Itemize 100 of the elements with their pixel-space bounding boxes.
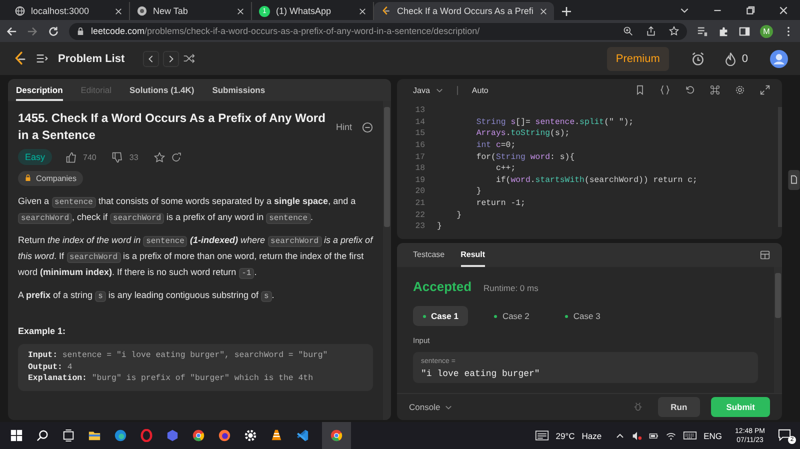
flame-icon[interactable] [724,52,736,66]
wifi-icon[interactable] [666,430,676,440]
case-tab[interactable]: Case 1 [413,306,468,326]
message-icon [778,428,791,440]
zoom-icon[interactable] [623,26,633,36]
address-field[interactable]: leetcode.com/problems/check-if-a-word-occurs-as-a-prefix-of-any-word-in-a-sentence/description/ [69,22,687,40]
case-tab[interactable]: Case 3 [555,306,610,326]
lock-icon [25,174,31,182]
layout-icon[interactable] [760,250,770,260]
document-icon[interactable] [788,170,800,190]
panel-tab[interactable]: Description [16,79,63,101]
list-icon[interactable] [36,53,48,64]
panel-tab[interactable]: Solutions (1.4K) [129,79,194,101]
browser-tab[interactable]: Check If a Word Occurs As a Prefi [374,2,554,20]
panel-tab[interactable]: Testcase [413,243,445,267]
mode-label[interactable]: Auto [472,86,488,94]
leetcode-logo-icon [381,6,391,16]
speaker-muted-icon[interactable] [632,430,642,440]
search-icon[interactable] [36,429,49,442]
scrollbar[interactable] [383,101,392,420]
paragraph: Return the index of the word in sentence (1-indexed) where searchWord is a prefix of this word. If searchWord is a prefix of more than one word, return the index of the first word (minimum index). If there is no such word return -1 . [18,234,374,281]
folder-icon[interactable] [88,429,101,442]
forward-arrow-icon[interactable] [27,26,38,36]
thumbs-down-icon[interactable] [112,152,124,162]
chevron-down-icon[interactable] [436,86,443,94]
reload-icon[interactable] [48,26,59,36]
puzzle-icon[interactable] [718,26,729,36]
paragraph: A prefix of a string s is any leading contiguous substring of s . [18,289,276,304]
taskbar-app-button[interactable] [322,422,351,449]
traffic-cone-icon[interactable] [270,429,283,442]
console-toggle[interactable]: Console [409,402,440,412]
close-icon[interactable] [359,8,366,14]
panel-tab[interactable]: Result [460,243,486,267]
code-line: for(String word: s){ [475,152,575,162]
leetcode-logo-icon[interactable] [14,51,26,66]
restore-icon[interactable] [745,5,756,16]
battery-icon[interactable] [648,430,659,440]
code-line: int c=0; [475,141,516,150]
pinwheel-logo-icon [330,429,343,442]
code-editor-logo-icon[interactable] [296,429,309,442]
undo-icon[interactable] [685,85,695,95]
side-panel-icon[interactable] [739,26,750,36]
scrollbar[interactable] [774,267,782,393]
expand-icon[interactable] [760,85,770,95]
globe-icon [15,6,25,16]
problem-list-link[interactable]: Problem List [58,52,125,64]
extension-list-icon[interactable] [697,26,708,36]
bookmark-icon[interactable] [635,85,645,95]
swirl-logo-icon[interactable] [114,429,127,442]
weather-text[interactable]: Haze [582,430,602,440]
more-icon[interactable] [362,122,374,133]
share-icon[interactable] [646,26,656,36]
share-icon[interactable] [171,152,182,162]
next-icon[interactable] [162,50,179,66]
new-tab-icon[interactable] [562,7,571,16]
run-button[interactable]: Run [658,397,700,417]
start-icon[interactable] [10,429,23,442]
panel-tab[interactable]: Submissions [212,79,266,101]
previous-icon[interactable] [142,50,159,66]
line-number: 20 [414,187,426,196]
close-icon[interactable] [778,5,789,16]
companies-chip[interactable]: Companies [18,170,84,186]
language-selector[interactable]: Java [413,86,430,94]
shuffle-icon[interactable] [182,53,195,64]
profile-avatar[interactable]: M [760,24,773,38]
close-icon[interactable] [115,8,122,14]
language-indicator[interactable]: ENG [704,430,722,440]
braces-icon[interactable] [660,85,670,95]
hexagon-logo-icon[interactable] [166,429,179,442]
command-icon[interactable] [710,85,720,95]
avatar-icon[interactable] [770,50,788,68]
thumbs-up-icon[interactable] [66,152,78,162]
pinwheel-logo-icon[interactable] [192,429,205,442]
temperature-text[interactable]: 29°C [556,430,575,440]
task-view-icon[interactable] [62,429,75,442]
premium-button[interactable]: Premium [606,46,669,70]
debug-icon[interactable] [632,402,643,412]
lock-icon [77,26,84,36]
tab-title: Check If a Word Occurs As a Prefi [397,6,534,16]
chevron-down-icon[interactable] [445,404,452,410]
star-icon[interactable] [669,26,679,36]
code-line: return -1; [475,199,526,208]
dislike-count: 33 [129,152,138,162]
hint-link[interactable]: Hint [336,122,352,132]
settings-icon[interactable] [735,85,745,95]
code-line: } [437,222,442,232]
close-icon[interactable] [237,8,244,14]
code-line: Arrays.toString(s); [475,129,570,138]
star-icon[interactable] [154,152,166,162]
example-line: Output: 4 [28,362,74,373]
keyboard-icon[interactable] [682,430,697,441]
fox-logo-icon[interactable] [218,429,231,442]
alarm-clock-icon[interactable] [690,52,705,66]
problem-title: 1455. Check If a Word Occurs As a Prefix of Any Word in a Sentence [18,110,326,144]
back-arrow-icon[interactable] [6,26,17,36]
line-number: 17 [414,152,426,162]
ring-logo-icon[interactable] [140,429,153,442]
case-tab[interactable]: Case 2 [484,306,540,326]
close-icon[interactable] [540,8,547,14]
gear-icon[interactable] [244,429,257,442]
